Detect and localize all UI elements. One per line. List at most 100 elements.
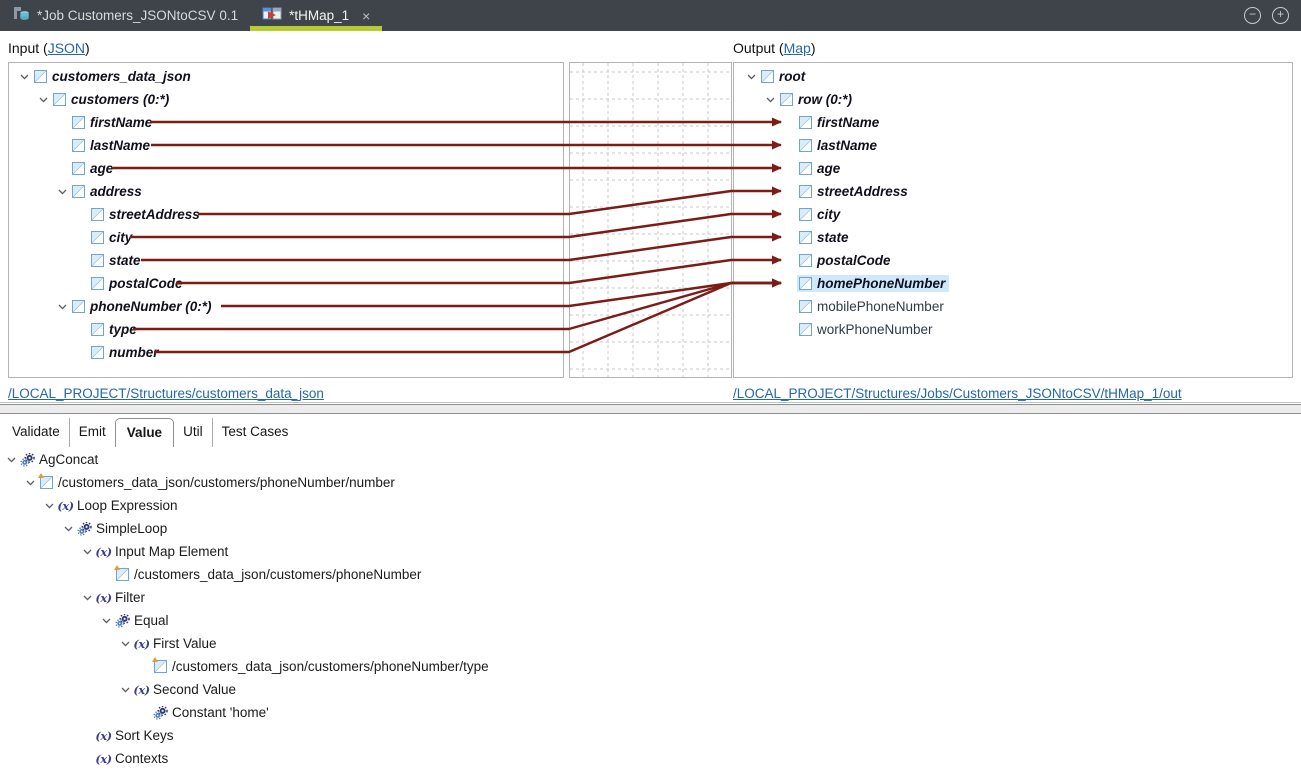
tab-test-cases[interactable]: Test Cases: [212, 418, 298, 447]
mapping-canvas[interactable]: [569, 62, 732, 378]
tab-util[interactable]: Util: [174, 418, 212, 447]
splitter-sash[interactable]: [0, 404, 1301, 414]
row-content: /customers_data_json/customers/phoneNumb…: [114, 566, 425, 583]
tree-label: postalCode: [109, 276, 183, 291]
tree-row-row-0[interactable]: row (0:*): [734, 88, 1292, 111]
fx-icon: (x): [134, 637, 149, 651]
map-element-icon: [90, 323, 105, 336]
tree-row-age[interactable]: age: [9, 157, 563, 180]
tree-row-type[interactable]: type: [9, 318, 563, 341]
tree-row-sort-keys[interactable]: (x)Sort Keys: [0, 724, 1301, 747]
tree-row-equal[interactable]: Equal: [0, 609, 1301, 632]
tab-value[interactable]: Value: [115, 418, 174, 447]
tree-row-agconcat[interactable]: AgConcat: [0, 448, 1301, 471]
chevron-down-icon[interactable]: [744, 74, 759, 80]
tree-label: Filter: [115, 590, 145, 605]
chevron-down-icon[interactable]: [99, 618, 114, 624]
map-element-ref-icon: [39, 476, 54, 489]
minimize-icon[interactable]: −: [1244, 7, 1261, 24]
tab-validate[interactable]: Validate: [3, 418, 69, 447]
row-content: postalCode: [797, 252, 895, 269]
tree-row-firstname[interactable]: firstName: [9, 111, 563, 134]
tree-row-streetaddress[interactable]: streetAddress: [9, 203, 563, 226]
chevron-down-icon[interactable]: [42, 503, 57, 509]
input-tree: customers_data_json customers (0:*) firstN…: [9, 63, 563, 364]
tree-row-city[interactable]: city: [734, 203, 1292, 226]
tree-label: postalCode: [817, 253, 891, 268]
input-header-suffix: ): [85, 40, 90, 56]
tree-row-first-value[interactable]: (x)First Value: [0, 632, 1301, 655]
input-format-link[interactable]: JSON: [48, 40, 85, 56]
tree-row-input-map-element[interactable]: (x)Input Map Element: [0, 540, 1301, 563]
tree-label: lastName: [90, 138, 150, 153]
tree-row-firstname[interactable]: firstName: [734, 111, 1292, 134]
tree-label: state: [817, 230, 849, 245]
tree-row-postalcode[interactable]: postalCode: [9, 272, 563, 295]
tree-row-customers-data-json-customers-phonenumber-[interactable]: /customers_data_json/customers/phoneNumb…: [0, 471, 1301, 494]
map-element-icon: [71, 162, 86, 175]
tree-label: Sort Keys: [115, 728, 174, 743]
close-icon[interactable]: ×: [362, 9, 370, 23]
tree-row-workphonenumber[interactable]: workPhoneNumber: [734, 318, 1292, 341]
tree-row-loop-expression[interactable]: (x)Loop Expression: [0, 494, 1301, 517]
row-content: streetAddress: [89, 206, 204, 223]
tree-row-simpleloop[interactable]: SimpleLoop: [0, 517, 1301, 540]
tree-row-customers-data-json[interactable]: customers_data_json: [9, 65, 563, 88]
row-content: AgConcat: [19, 451, 102, 468]
fx-icon: (x): [96, 752, 111, 766]
map-element-icon: [798, 323, 813, 336]
chevron-down-icon[interactable]: [23, 480, 38, 486]
tree-row-state[interactable]: state: [9, 249, 563, 272]
output-structure-link[interactable]: /LOCAL_PROJECT/Structures/Jobs/Customers…: [733, 386, 1182, 401]
map-element-icon: [71, 116, 86, 129]
tree-row-number[interactable]: number: [9, 341, 563, 364]
chevron-down-icon[interactable]: [55, 189, 70, 195]
tree-row-customers-data-json-customers-phonenumber-[interactable]: /customers_data_json/customers/phoneNumb…: [0, 655, 1301, 678]
tree-row-constant-home[interactable]: Constant 'home': [0, 701, 1301, 724]
tree-row-age[interactable]: age: [734, 157, 1292, 180]
tree-row-lastname[interactable]: lastName: [9, 134, 563, 157]
tree-row-filter[interactable]: (x)Filter: [0, 586, 1301, 609]
maximize-icon[interactable]: +: [1272, 7, 1289, 24]
chevron-down-icon[interactable]: [763, 97, 778, 103]
chevron-down-icon[interactable]: [118, 641, 133, 647]
map-element-ref-icon: [115, 568, 130, 581]
tree-row-streetaddress[interactable]: streetAddress: [734, 180, 1292, 203]
tree-row-address[interactable]: address: [9, 180, 563, 203]
chevron-down-icon[interactable]: [80, 595, 95, 601]
chevron-down-icon[interactable]: [36, 97, 51, 103]
tree-row-second-value[interactable]: (x)Second Value: [0, 678, 1301, 701]
tab-job-designer[interactable]: *Job Customers_JSONtoCSV 0.1: [0, 0, 250, 31]
tree-row-city[interactable]: city: [9, 226, 563, 249]
tree-row-lastname[interactable]: lastName: [734, 134, 1292, 157]
chevron-down-icon[interactable]: [17, 74, 32, 80]
tree-row-state[interactable]: state: [734, 226, 1292, 249]
tree-row-homephonenumber[interactable]: homePhoneNumber: [734, 272, 1292, 295]
row-content: (x)Input Map Element: [95, 543, 232, 560]
output-format-link[interactable]: Map: [784, 40, 811, 56]
tree-row-postalcode[interactable]: postalCode: [734, 249, 1292, 272]
map-element-icon: [779, 93, 794, 106]
chevron-down-icon[interactable]: [61, 526, 76, 532]
tab-job-label: *Job Customers_JSONtoCSV 0.1: [37, 8, 238, 23]
tab-emit[interactable]: Emit: [69, 418, 115, 447]
tree-label: mobilePhoneNumber: [817, 299, 944, 314]
tab-thmap[interactable]: *tHMap_1 ×: [250, 0, 382, 31]
tree-row-customers-0[interactable]: customers (0:*): [9, 88, 563, 111]
input-structure-link[interactable]: /LOCAL_PROJECT/Structures/customers_data…: [8, 386, 324, 401]
tree-row-contexts[interactable]: (x)Contexts: [0, 747, 1301, 770]
row-content: (x)Contexts: [95, 750, 172, 767]
tree-label: age: [90, 161, 113, 176]
chevron-down-icon[interactable]: [118, 687, 133, 693]
gears-icon: [20, 453, 35, 467]
tree-row-mobilephonenumber[interactable]: mobilePhoneNumber: [734, 295, 1292, 318]
row-content: streetAddress: [797, 183, 912, 200]
tree-label: customers (0:*): [71, 92, 169, 107]
chevron-down-icon[interactable]: [80, 549, 95, 555]
tree-row-customers-data-json-customers-phonenumber[interactable]: /customers_data_json/customers/phoneNumb…: [0, 563, 1301, 586]
tree-row-phonenumber-0[interactable]: phoneNumber (0:*): [9, 295, 563, 318]
chevron-down-icon[interactable]: [4, 457, 19, 463]
tree-row-root[interactable]: root: [734, 65, 1292, 88]
chevron-down-icon[interactable]: [55, 304, 70, 310]
tree-label: Input Map Element: [115, 544, 228, 559]
